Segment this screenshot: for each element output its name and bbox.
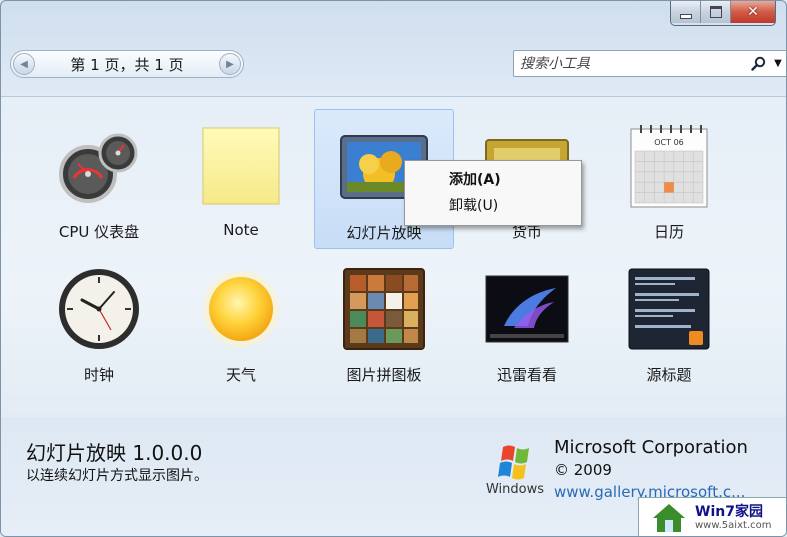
gadget-tile-weather[interactable]: 天气 (171, 252, 311, 392)
copyright: © 2009 (554, 461, 612, 479)
watermark-url: www.5aixt.com (695, 519, 772, 531)
search-options-button[interactable]: ▼ (769, 58, 786, 69)
clock-icon (59, 269, 139, 349)
menu-item-uninstall[interactable]: 卸载(U) (405, 193, 581, 219)
gadget-label: CPU 仪表盘 (58, 223, 140, 241)
context-menu: 添加(A) 卸载(U) (404, 160, 582, 226)
caption-buttons: ✕ (670, 1, 776, 26)
gadget-tile-xunlei-kankan[interactable]: 迅雷看看 (457, 252, 597, 392)
house-logo-icon (653, 503, 685, 532)
gadget-tile-feed-headlines[interactable]: 源标题 (599, 252, 739, 392)
gadget-gallery-window: ✕ ◀ 第 1 页，共 1 页 ▶ ▼ (0, 0, 787, 537)
feed-headlines-icon (628, 268, 710, 350)
gadget-description: 以连续幻灯片方式显示图片。 (26, 468, 208, 484)
gadget-tile-picture-puzzle[interactable]: 图片拼图板 (314, 252, 454, 392)
close-icon: ✕ (747, 4, 759, 20)
gadget-label: 日历 (653, 223, 684, 241)
minimize-icon (679, 13, 692, 19)
sticky-note-icon (202, 127, 280, 205)
watermark-brand: Win7家园 (695, 503, 763, 520)
calendar-icon: OCT 06 (630, 125, 708, 208)
gadget-label: 图片拼图板 (346, 366, 422, 384)
gadget-title: 幻灯片放映 1.0.0.0 (26, 441, 203, 465)
close-button[interactable]: ✕ (731, 1, 775, 23)
menu-item-add[interactable]: 添加(A) (405, 167, 581, 193)
gadget-tile-cpu-meter[interactable]: CPU 仪表盘 (29, 109, 169, 249)
gadget-gallery: CPU 仪表盘 Note 幻灯片放映 货币 OCT 06 日历 时钟 天气 图片… (1, 96, 786, 418)
gadget-label: Note (223, 221, 259, 239)
chevron-left-icon: ◀ (20, 58, 28, 70)
maximize-icon (709, 6, 722, 18)
search-input[interactable] (514, 50, 747, 77)
minimize-button[interactable] (671, 1, 701, 23)
next-page-button[interactable]: ▶ (219, 53, 241, 75)
gadget-label: 时钟 (83, 366, 114, 384)
weather-sun-icon (203, 271, 279, 347)
gadget-tile-clock[interactable]: 时钟 (29, 252, 169, 392)
gadget-tile-calendar[interactable]: OCT 06 日历 (599, 109, 739, 249)
chevron-right-icon: ▶ (226, 58, 234, 70)
windows-logo-text: Windows (486, 482, 544, 497)
cpu-meter-icon (59, 133, 138, 203)
page-navigator: ◀ 第 1 页，共 1 页 ▶ (10, 50, 244, 78)
calendar-month-label: OCT 06 (654, 138, 684, 147)
publisher-name: Microsoft Corporation (554, 437, 748, 458)
chevron-down-icon: ▼ (774, 58, 782, 69)
watermark: Win7家园 www.5aixt.com (638, 497, 786, 536)
gadget-label: 迅雷看看 (496, 366, 557, 384)
gadget-label: 源标题 (646, 366, 692, 384)
xunlei-kankan-icon (485, 275, 569, 343)
page-indicator: 第 1 页，共 1 页 (70, 55, 184, 74)
search-button[interactable] (747, 56, 769, 71)
gadget-label: 天气 (225, 366, 256, 384)
windows-flag-icon: Windows (486, 445, 544, 497)
windows-logo: Windows (481, 441, 551, 497)
maximize-button[interactable] (701, 1, 731, 23)
gadget-tile-note[interactable]: Note (171, 109, 311, 249)
search-box: ▼ (513, 50, 786, 77)
picture-puzzle-icon (343, 268, 425, 350)
previous-page-button[interactable]: ◀ (13, 53, 35, 75)
search-icon (750, 56, 765, 71)
